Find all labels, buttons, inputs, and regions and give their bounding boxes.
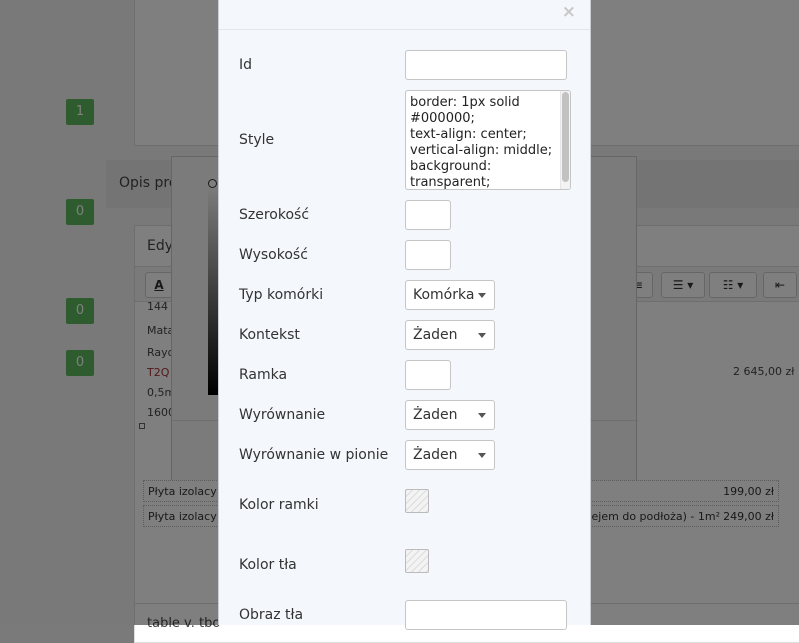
border-input[interactable] — [405, 360, 451, 390]
cell-properties-modal: × Id Style border: 1px solid #000000; te… — [218, 0, 591, 630]
chevron-down-icon — [478, 413, 486, 418]
cell-type-select[interactable]: Komórka — [405, 280, 495, 310]
chevron-down-icon — [478, 333, 486, 338]
scrollbar-thumb[interactable] — [562, 92, 569, 182]
modal-header: × — [219, 0, 590, 30]
border-color-swatch[interactable] — [405, 489, 429, 513]
align-select[interactable]: Żaden — [405, 400, 495, 430]
context-value: Żaden — [413, 327, 458, 343]
height-label: Wysokość — [239, 247, 308, 263]
align-label: Wyrównanie — [239, 407, 326, 423]
width-input[interactable] — [405, 200, 451, 230]
bg-image-input[interactable] — [405, 600, 567, 630]
context-select[interactable]: Żaden — [405, 320, 495, 350]
style-textarea-value: border: 1px solid #000000; text-align: c… — [410, 95, 553, 190]
style-label: Style — [239, 132, 275, 148]
align-value: Żaden — [413, 407, 458, 423]
valign-value: Żaden — [413, 447, 458, 463]
style-textarea[interactable]: border: 1px solid #000000; text-align: c… — [405, 90, 571, 190]
bg-color-swatch[interactable] — [405, 549, 429, 573]
cell-type-label: Typ komórki — [239, 287, 324, 303]
textarea-scrollbar[interactable] — [560, 91, 570, 189]
chevron-down-icon — [478, 453, 486, 458]
border-color-label: Kolor ramki — [239, 497, 319, 513]
valign-select[interactable]: Żaden — [405, 440, 495, 470]
cell-type-value: Komórka — [413, 287, 475, 303]
bg-image-label: Obraz tła — [239, 607, 304, 623]
id-label: Id — [239, 57, 253, 73]
bg-color-label: Kolor tła — [239, 557, 297, 573]
height-input[interactable] — [405, 240, 451, 270]
id-input[interactable] — [405, 50, 567, 80]
valign-label: Wyrównanie w pionie — [239, 447, 389, 463]
border-label: Ramka — [239, 367, 288, 383]
width-label: Szerokość — [239, 207, 310, 223]
chevron-down-icon — [478, 293, 486, 298]
context-label: Kontekst — [239, 327, 300, 343]
close-icon[interactable]: × — [562, 2, 576, 22]
